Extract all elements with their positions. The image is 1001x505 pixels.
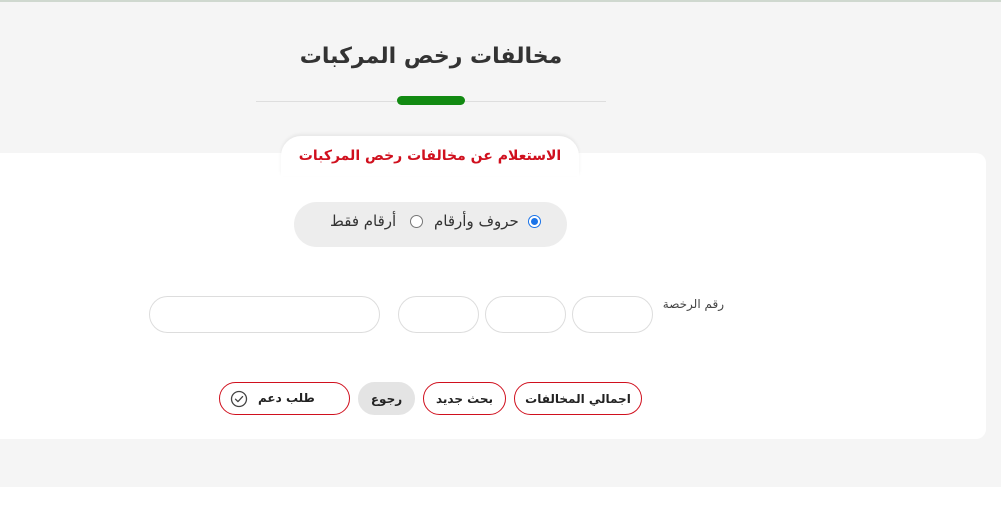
back-button[interactable]: رجوع	[358, 382, 415, 415]
total-violations-button[interactable]: اجمالي المخالفات	[514, 382, 642, 415]
page-title: مخالفات رخص المركبات	[299, 44, 563, 69]
title-accent-bar	[397, 96, 465, 105]
plate-letter-input-3[interactable]	[398, 296, 479, 333]
radio-numbers-only[interactable]	[410, 215, 423, 228]
inquiry-card-title: الاستعلام عن مخالفات رخص المركبات	[298, 148, 562, 164]
check-circle-icon	[230, 390, 248, 408]
radio-letters-and-numbers[interactable]	[528, 215, 541, 228]
radio-label-numbers-only[interactable]: أرقام فقط	[330, 212, 396, 230]
support-request-label: طلب دعم	[258, 391, 315, 405]
plate-number-input[interactable]	[149, 296, 380, 333]
plate-letter-input-1[interactable]	[572, 296, 653, 333]
license-number-label: رقم الرخصة	[662, 297, 724, 311]
radio-label-letters-and-numbers[interactable]: حروف وأرقام	[434, 212, 519, 230]
support-request-button[interactable]: طلب دعم	[219, 382, 350, 415]
plate-letter-input-2[interactable]	[485, 296, 566, 333]
new-search-button[interactable]: بحث جديد	[423, 382, 506, 415]
